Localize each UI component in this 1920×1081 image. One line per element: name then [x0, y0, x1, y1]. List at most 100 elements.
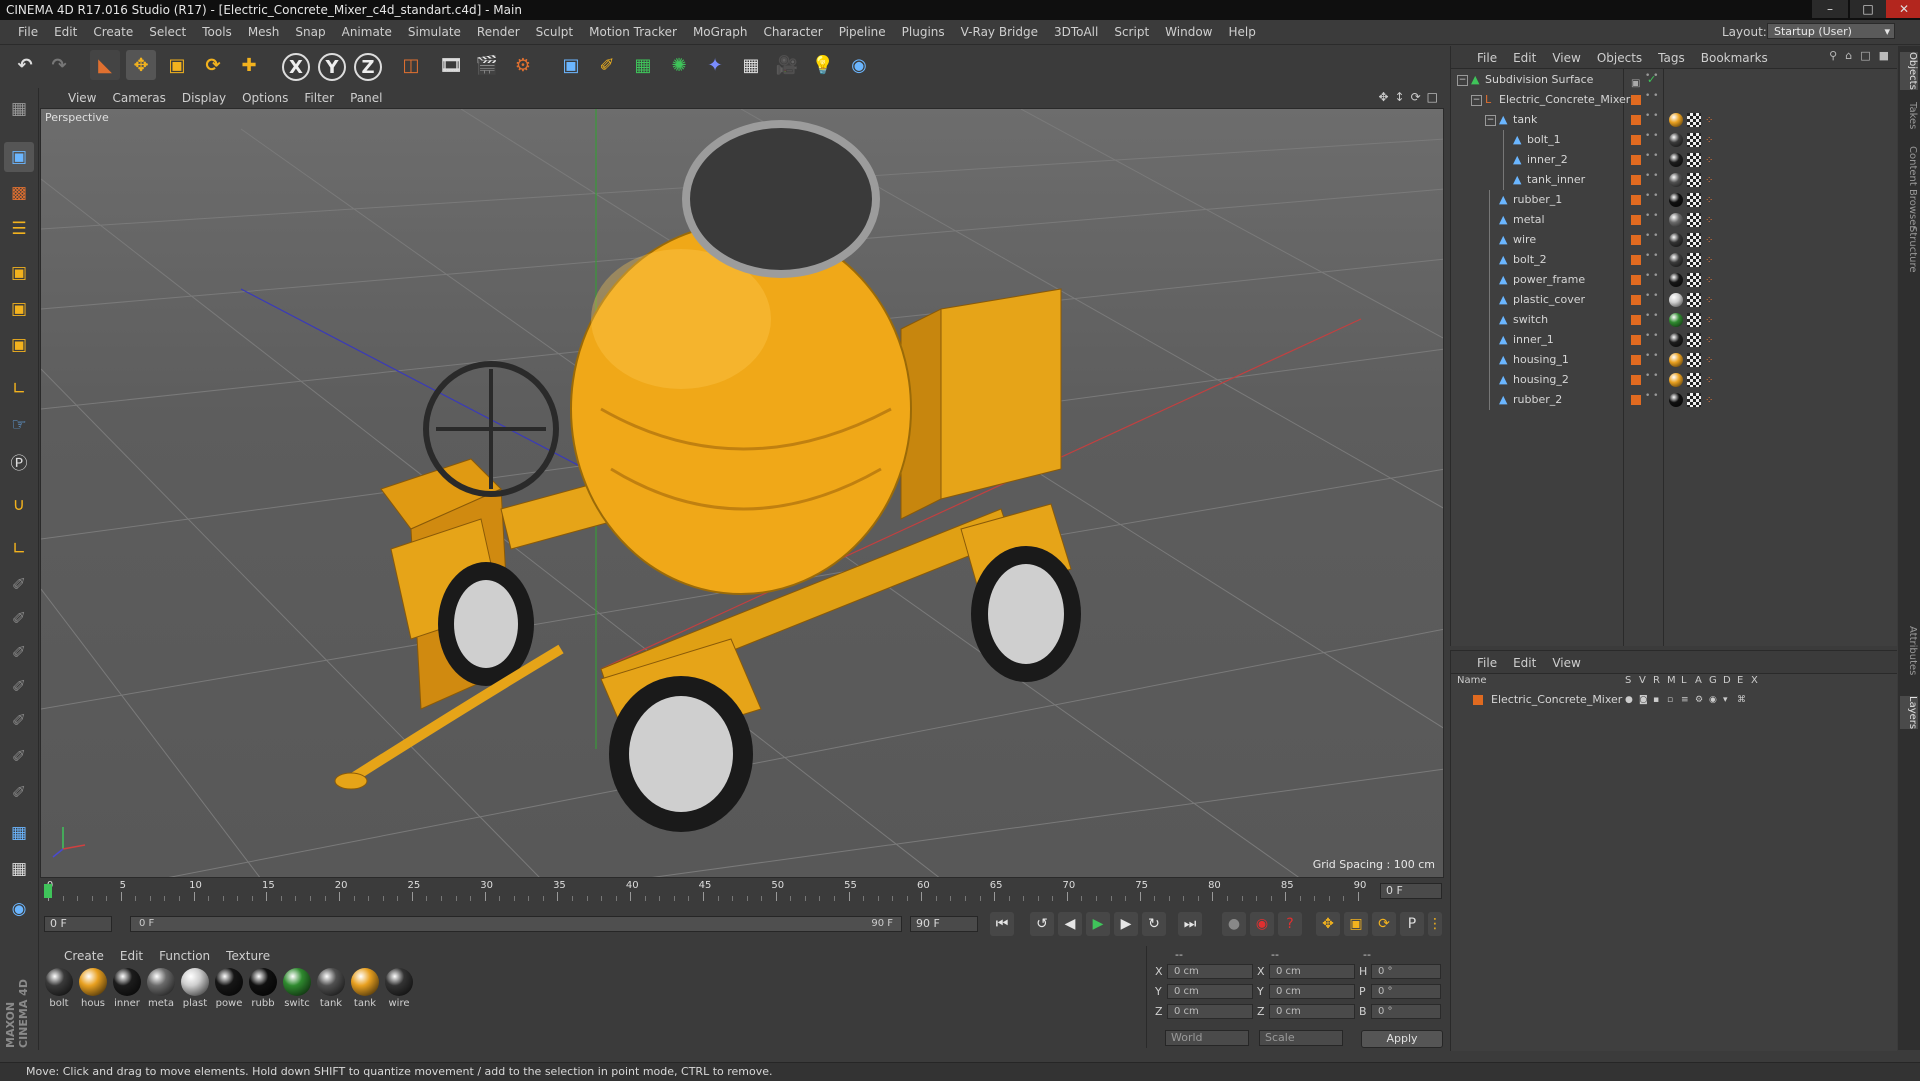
material-swatch[interactable]: hous	[78, 968, 108, 1009]
visibility-dots-icon[interactable]: • •	[1645, 252, 1658, 261]
viewport-menu-cameras[interactable]: Cameras	[104, 90, 173, 106]
rotation-field[interactable]: 0 °	[1371, 1004, 1441, 1019]
layer-flag-icon[interactable]: ≡	[1681, 691, 1689, 709]
layer-flag-icon[interactable]: ⌘	[1737, 691, 1746, 709]
camera-icon[interactable]: 🎥	[772, 50, 802, 80]
layer-column-x[interactable]: X	[1751, 675, 1758, 686]
material-swatch[interactable]: inner	[112, 968, 142, 1009]
object-row[interactable]: ▲ inner_1 • • ⁘	[1451, 330, 1897, 350]
texture-tag-icon[interactable]	[1687, 353, 1701, 367]
layer-menu-edit[interactable]: Edit	[1505, 655, 1544, 671]
visibility-dots-icon[interactable]: • •	[1645, 352, 1658, 361]
lock-icon[interactable]: ■	[1879, 49, 1889, 62]
layer-flag-icon[interactable]: ▾	[1723, 691, 1728, 709]
layer-menu-file[interactable]: File	[1469, 655, 1505, 671]
object-row[interactable]: − L Electric_Concrete_Mixer • •	[1451, 90, 1897, 110]
texture-tag-icon[interactable]	[1687, 253, 1701, 267]
collapse-toggle-icon[interactable]: −	[1471, 95, 1482, 106]
layer-color-chip[interactable]	[1631, 135, 1641, 145]
visibility-dots-icon[interactable]: • •	[1645, 312, 1658, 321]
go-to-end-icon[interactable]: ⏭	[1178, 912, 1202, 936]
texture-tag-icon[interactable]	[1687, 233, 1701, 247]
collapse-toggle-icon[interactable]: −	[1457, 75, 1468, 86]
texture-tag-icon[interactable]	[1687, 193, 1701, 207]
layer-column-s[interactable]: S	[1625, 675, 1631, 686]
object-row[interactable]: ▲ rubber_1 • • ⁘	[1451, 190, 1897, 210]
phong-tag-icon[interactable]: ⁘	[1705, 111, 1713, 131]
end-frame-field[interactable]: 90 F	[910, 916, 978, 932]
visibility-dots-icon[interactable]: • •	[1645, 112, 1658, 121]
object-row[interactable]: ▲ inner_2 • • ⁘	[1451, 150, 1897, 170]
maximize-view-icon[interactable]: □	[1427, 90, 1438, 104]
menu-3dtoall[interactable]: 3DToAll	[1046, 24, 1106, 40]
playhead[interactable]	[44, 884, 52, 898]
material-tag-icon[interactable]	[1669, 213, 1683, 227]
visibility-dots-icon[interactable]: • •	[1645, 232, 1658, 241]
viewport-menu-options[interactable]: Options	[234, 90, 296, 106]
object-row[interactable]: ▲ rubber_2 • • ⁘	[1451, 390, 1897, 410]
texture-tag-icon[interactable]	[1687, 113, 1701, 127]
object-row[interactable]: ▲ tank_inner • • ⁘	[1451, 170, 1897, 190]
layer-color-chip[interactable]	[1631, 375, 1641, 385]
phong-tag-icon[interactable]: ⁘	[1705, 291, 1713, 311]
layer-color-chip[interactable]	[1631, 275, 1641, 285]
layer-column-d[interactable]: D	[1723, 675, 1731, 686]
texture-tag-icon[interactable]	[1687, 213, 1701, 227]
sculpt-grid-icon[interactable]: ▦	[4, 854, 34, 884]
material-tag-icon[interactable]	[1669, 353, 1683, 367]
position-field[interactable]: 0 cm	[1167, 964, 1253, 979]
key-rotation-icon[interactable]: ⟳	[1372, 912, 1396, 936]
layer-flag-icon[interactable]: ◙	[1639, 691, 1648, 709]
material-tag-icon[interactable]	[1669, 253, 1683, 267]
snap-icon[interactable]: Ⓟ	[4, 446, 34, 476]
material-swatch[interactable]: meta	[146, 968, 176, 1009]
sculpt-brush-icon-7[interactable]: ✐	[4, 778, 34, 808]
phong-tag-icon[interactable]: ⁘	[1705, 171, 1713, 191]
object-menu-objects[interactable]: Objects	[1589, 50, 1650, 66]
close-button[interactable]: ✕	[1886, 0, 1920, 18]
layer-flag-icon[interactable]: ◉	[1709, 691, 1717, 709]
key-parameter-icon[interactable]: P	[1400, 912, 1424, 936]
material-menu-create[interactable]: Create	[56, 948, 112, 964]
side-tab-attributes[interactable]: Attributes	[1900, 626, 1918, 675]
object-menu-edit[interactable]: Edit	[1505, 50, 1544, 66]
perspective-viewport[interactable]: Perspective Grid Spacing: 100 cm	[40, 108, 1444, 878]
points-mode-icon[interactable]: ▣	[4, 258, 34, 288]
menu-mograph[interactable]: MoGraph	[685, 24, 756, 40]
scale-tool-icon[interactable]: ▣	[162, 50, 192, 80]
layer-column-a[interactable]: A	[1695, 675, 1702, 686]
layer-column-g[interactable]: G	[1709, 675, 1717, 686]
dolly-icon[interactable]: ↕	[1395, 90, 1405, 104]
object-row[interactable]: ▲ bolt_2 • • ⁘	[1451, 250, 1897, 270]
visibility-dots-icon[interactable]: • •	[1645, 212, 1658, 221]
y-axis-lock-button[interactable]: Y	[318, 53, 346, 81]
layer-color-chip[interactable]	[1631, 155, 1641, 165]
object-row[interactable]: − ▲ tank • • ⁘	[1451, 110, 1897, 130]
texture-tag-icon[interactable]	[1687, 373, 1701, 387]
current-frame-field[interactable]: 0 F	[1380, 883, 1442, 899]
visibility-dots-icon[interactable]: • •	[1645, 292, 1658, 301]
phong-tag-icon[interactable]: ⁘	[1705, 131, 1713, 151]
menu-motion-tracker[interactable]: Motion Tracker	[581, 24, 685, 40]
sculpt-brush-icon-3[interactable]: ✐	[4, 638, 34, 668]
phong-tag-icon[interactable]: ⁘	[1705, 371, 1713, 391]
size-field[interactable]: 0 cm	[1269, 984, 1355, 999]
material-menu-function[interactable]: Function	[151, 948, 218, 964]
material-tag-icon[interactable]	[1669, 293, 1683, 307]
viewport-menu-filter[interactable]: Filter	[296, 90, 342, 106]
layer-flag-icon[interactable]: ▫	[1667, 691, 1673, 709]
layer-color-chip[interactable]	[1631, 295, 1641, 305]
material-tag-icon[interactable]	[1669, 333, 1683, 347]
layer-color-chip[interactable]	[1631, 315, 1641, 325]
object-row[interactable]: ▲ plastic_cover • • ⁘	[1451, 290, 1897, 310]
object-row[interactable]: ▲ power_frame • • ⁘	[1451, 270, 1897, 290]
phong-tag-icon[interactable]: ⁘	[1705, 191, 1713, 211]
object-row[interactable]: − ▲ Subdivision Surface ▣ • • ✓	[1451, 70, 1897, 90]
phong-tag-icon[interactable]: ⁘	[1705, 311, 1713, 331]
material-swatch[interactable]: powe	[214, 968, 244, 1009]
phong-tag-icon[interactable]: ⁘	[1705, 151, 1713, 171]
object-row[interactable]: ▲ wire • • ⁘	[1451, 230, 1897, 250]
sculpt-brush-icon-5[interactable]: ✐	[4, 706, 34, 736]
side-tab-layers[interactable]: Layers	[1900, 696, 1918, 730]
material-tag-icon[interactable]	[1669, 113, 1683, 127]
